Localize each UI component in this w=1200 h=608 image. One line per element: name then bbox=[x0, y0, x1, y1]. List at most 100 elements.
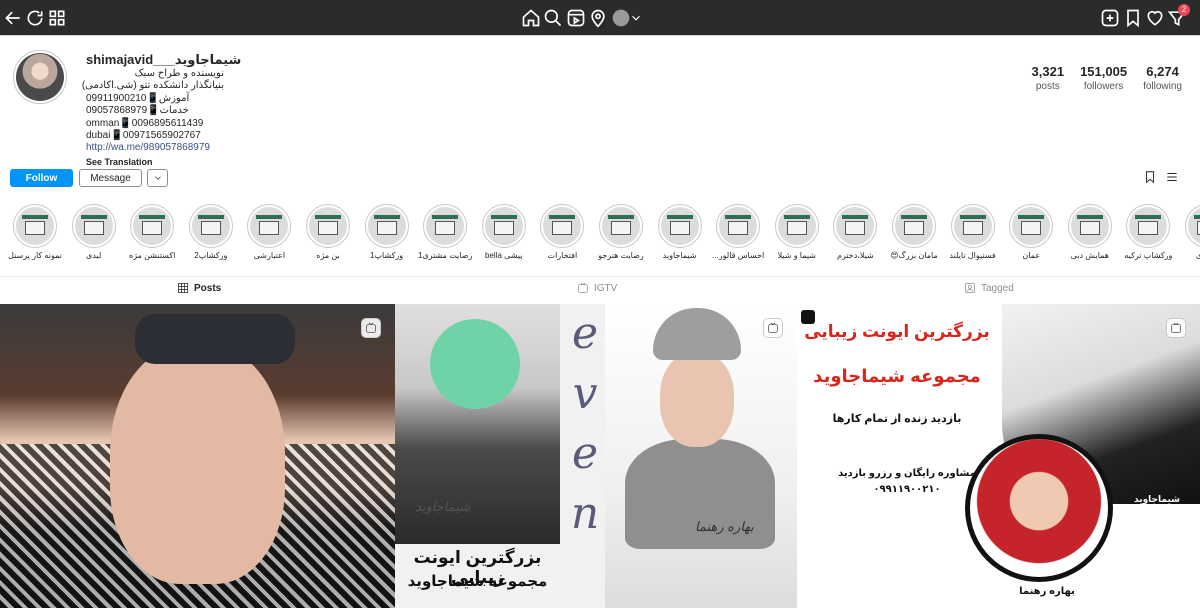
story-highlight[interactable]: رضایت مشتری1 bbox=[418, 204, 472, 260]
bio-line: آموزش📱09911900210 bbox=[86, 92, 190, 104]
post-tile[interactable]: e v e n شیماجاوید بزرگترین ایونت زیبایی … bbox=[395, 304, 605, 608]
post-image bbox=[430, 319, 520, 409]
story-highlight[interactable]: فستیوال تایلند bbox=[949, 204, 996, 260]
account-avatar[interactable] bbox=[611, 8, 631, 28]
highlight-ring bbox=[1009, 204, 1054, 248]
highlight-ring bbox=[950, 204, 995, 248]
igtv-badge-icon bbox=[361, 318, 381, 338]
reload-icon[interactable] bbox=[25, 8, 45, 28]
bio-line: خدمات📱09057868979 bbox=[86, 105, 189, 117]
highlight-cover bbox=[16, 207, 54, 245]
highlight-ring bbox=[423, 204, 468, 248]
post-letter: e bbox=[571, 428, 599, 479]
post-letters: e v e n bbox=[565, 304, 605, 544]
post-signature: شیماجاوید bbox=[415, 499, 471, 514]
tab-igtv-label: IGTV bbox=[594, 282, 618, 294]
story-highlight[interactable]: شیماجاوید bbox=[657, 204, 702, 260]
story-highlight[interactable]: ورکشاپ ترکیه bbox=[1124, 204, 1172, 260]
post-tile[interactable]: بزرگترین ایونت زیبایی مجموعه شیماجاوید ب… bbox=[797, 304, 1200, 608]
reels-icon[interactable] bbox=[566, 8, 586, 28]
profile-stats: 3,321 posts 151,005 followers 6,274 foll… bbox=[1016, 64, 1182, 92]
tab-tagged-label: Tagged bbox=[981, 282, 1014, 294]
highlight-ring bbox=[599, 204, 643, 248]
post-letter: v bbox=[572, 368, 598, 419]
highlight-ring bbox=[892, 204, 936, 248]
story-highlight[interactable]: پیشی bella bbox=[481, 204, 526, 260]
profile-bio: نویسنده و طراح سبک بنیانگذار دانشکده تتو… bbox=[82, 68, 266, 168]
chevron-down-icon[interactable] bbox=[629, 8, 643, 28]
story-highlight[interactable]: مامان بزرگ😍 bbox=[890, 204, 938, 260]
tab-igtv[interactable]: IGTV bbox=[577, 282, 617, 294]
bio-link[interactable]: http://wa.me/989057868979 bbox=[86, 142, 266, 154]
story-highlight[interactable]: لیدی bbox=[71, 204, 116, 260]
story-highlight[interactable]: احساس قالور... bbox=[712, 204, 764, 260]
stat-following[interactable]: 6,274 following bbox=[1143, 64, 1182, 92]
story-highlight[interactable]: نمونه کار پرسنل bbox=[8, 204, 62, 260]
highlight-cover bbox=[1129, 207, 1168, 245]
see-translation-link[interactable]: See Translation bbox=[86, 156, 266, 168]
story-highlight[interactable]: شیما و شیلا bbox=[774, 204, 819, 260]
post-name: شیماجاوید bbox=[1134, 494, 1180, 504]
story-highlight[interactable]: شیلا،دخترم bbox=[833, 204, 878, 260]
post-info: مشاوره رایگان و رزرو بازدید bbox=[838, 468, 976, 479]
tagged-icon bbox=[965, 283, 975, 293]
apps-grid-icon[interactable] bbox=[47, 8, 67, 28]
back-arrow-icon[interactable] bbox=[3, 8, 23, 28]
post-tile[interactable]: بهاره رهنما bbox=[605, 304, 797, 608]
highlight-ring bbox=[71, 204, 116, 248]
profile-username: shimajavid___شیماجاوید bbox=[86, 52, 242, 67]
highlight-cover bbox=[602, 207, 640, 245]
highlight-cover bbox=[719, 207, 758, 245]
follow-button[interactable]: Follow bbox=[10, 169, 73, 187]
menu-icon[interactable] bbox=[1165, 170, 1179, 184]
bio-line: نویسنده و طراح سبک bbox=[134, 68, 224, 79]
bookmark-icon[interactable] bbox=[1123, 8, 1143, 28]
story-highlight[interactable]: بن مژه bbox=[306, 204, 350, 260]
post-image bbox=[110, 344, 285, 584]
stat-followers-value: 151,005 bbox=[1080, 64, 1128, 79]
highlight-ring bbox=[481, 204, 526, 248]
highlight-cover bbox=[250, 207, 289, 245]
home-icon[interactable] bbox=[521, 8, 541, 28]
story-highlight[interactable]: افتخارات bbox=[540, 204, 585, 260]
story-highlight[interactable]: مجازی bbox=[1185, 204, 1200, 260]
story-highlight[interactable]: رضایت هنرجو bbox=[598, 204, 644, 260]
highlight-cover bbox=[191, 207, 230, 245]
post-caption: مجموعه شیماجاوید bbox=[407, 573, 548, 590]
new-post-icon[interactable] bbox=[1100, 8, 1120, 28]
tab-posts[interactable]: Posts bbox=[177, 282, 221, 294]
highlight-cover bbox=[777, 207, 816, 245]
story-highlight[interactable]: عمان bbox=[1009, 204, 1054, 260]
post-subtitle: بازدید زنده از تمام کارها bbox=[832, 413, 962, 425]
story-highlight[interactable]: همایش دبی bbox=[1067, 204, 1112, 260]
stat-followers-label: followers bbox=[1083, 81, 1124, 92]
highlight-cover bbox=[309, 207, 347, 245]
story-highlight[interactable]: ورکشاپ1 bbox=[364, 204, 409, 260]
post-image bbox=[135, 314, 295, 364]
highlight-ring bbox=[188, 204, 233, 248]
igtv-badge-icon bbox=[1166, 318, 1186, 338]
suggested-dropdown-button[interactable] bbox=[147, 169, 168, 187]
heart-icon[interactable] bbox=[1145, 8, 1165, 28]
post-tile[interactable] bbox=[0, 304, 395, 608]
profile-avatar[interactable] bbox=[13, 50, 67, 104]
highlight-cover bbox=[133, 207, 172, 245]
location-icon[interactable] bbox=[588, 8, 608, 28]
highlight-cover bbox=[1012, 207, 1051, 245]
search-icon[interactable] bbox=[543, 8, 563, 28]
highlight-cover bbox=[895, 207, 933, 245]
tab-tagged[interactable]: Tagged bbox=[964, 282, 1014, 294]
highlight-cover bbox=[367, 207, 406, 245]
highlight-cover bbox=[836, 207, 875, 245]
notification-badge: 2 bbox=[1178, 4, 1190, 16]
post-letter: n bbox=[570, 488, 600, 539]
story-highlight[interactable]: اعتبارشی bbox=[247, 204, 292, 260]
highlight-ring bbox=[1185, 204, 1200, 248]
stat-posts[interactable]: 3,321 posts bbox=[1032, 64, 1065, 92]
stat-followers[interactable]: 151,005 followers bbox=[1080, 64, 1127, 92]
story-highlight[interactable]: ورکشاپ2 bbox=[188, 204, 233, 260]
message-button[interactable]: Message bbox=[79, 169, 142, 187]
saved-bookmark-icon[interactable] bbox=[1143, 170, 1157, 184]
highlight-ring bbox=[364, 204, 409, 248]
story-highlight[interactable]: اکستنشن مژه bbox=[129, 204, 175, 260]
